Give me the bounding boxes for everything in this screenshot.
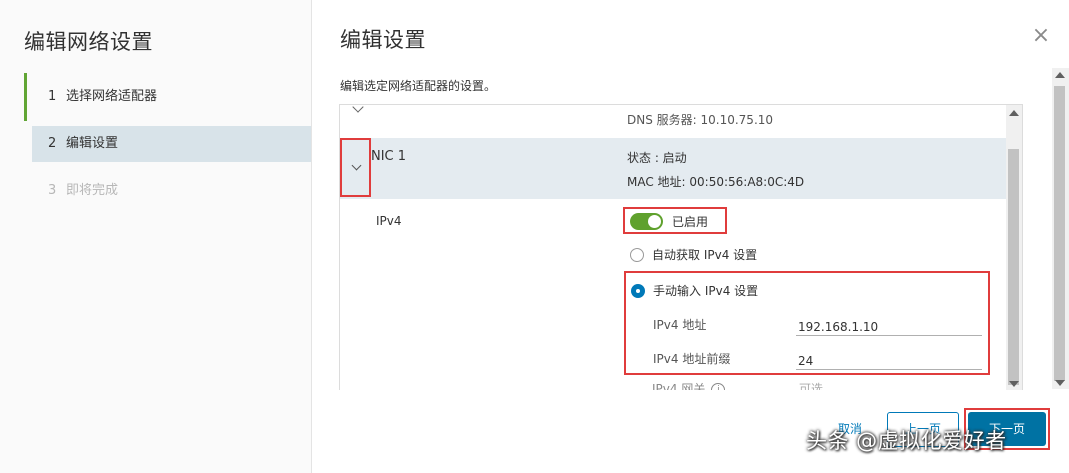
step-label: 即将完成 <box>66 183 119 198</box>
chevron-down-icon[interactable] <box>352 105 364 113</box>
step-number: 2 <box>48 136 57 151</box>
outer-scrollbar[interactable] <box>1052 68 1069 389</box>
wizard-step-edit-settings[interactable]: 2 编辑设置 <box>32 126 311 162</box>
auto-ipv4-label[interactable]: 自动获取 IPv4 设置 <box>652 246 757 263</box>
nic-expand-toggle[interactable] <box>340 138 371 197</box>
step-number: 3 <box>48 183 57 198</box>
scroll-up-icon[interactable] <box>1009 110 1019 116</box>
nic-status: 状态 : 启动 <box>627 151 687 165</box>
scroll-down-icon[interactable] <box>1055 380 1065 386</box>
manual-ipv4-group: 手动输入 IPv4 设置 IPv4 地址 IPv4 地址前缀 <box>624 271 990 375</box>
scroll-down-icon[interactable] <box>1009 381 1019 387</box>
dns-server-text: DNS 服务器: 10.10.75.10 <box>627 113 774 127</box>
page-description: 编辑选定网络适配器的设置。 <box>340 79 497 93</box>
info-icon[interactable]: i <box>711 383 726 390</box>
gateway-label-text: IPv4 网关 <box>652 382 706 390</box>
auto-ipv4-radio[interactable] <box>630 248 644 262</box>
wizard-nav: 编辑网络设置 1 选择网络适配器 2 编辑设置 3 即将完成 <box>0 0 312 473</box>
manual-ipv4-radio[interactable] <box>631 284 645 298</box>
scroll-up-icon[interactable] <box>1055 72 1065 78</box>
step-number: 1 <box>48 89 57 104</box>
ipv4-address-label: IPv4 地址 <box>653 318 707 332</box>
page-title: 编辑设置 <box>340 28 426 52</box>
toggle-knob <box>648 215 661 228</box>
watermark: 头条 @虚拟化爱好者 <box>806 429 1007 453</box>
step-label: 编辑设置 <box>66 136 119 151</box>
ipv4-gateway-input[interactable]: 可选 <box>799 380 823 390</box>
ipv4-label: IPv4 <box>376 214 402 228</box>
ipv4-prefix-input[interactable] <box>796 348 982 370</box>
inner-scrollbar[interactable] <box>1006 105 1022 390</box>
manual-ipv4-label[interactable]: 手动输入 IPv4 设置 <box>653 282 758 299</box>
ipv4-gateway-label: IPv4 网关 i <box>652 380 726 390</box>
ipv4-toggle-group: 已启用 <box>623 207 727 234</box>
ipv4-address-input[interactable] <box>796 314 982 336</box>
wizard-title: 编辑网络设置 <box>24 30 153 54</box>
chevron-down-icon <box>351 160 362 171</box>
wizard-step-select-adapter[interactable]: 1 选择网络适配器 <box>24 73 311 121</box>
nic-mac-address: MAC 地址: 00:50:56:A8:0C:4D <box>627 175 805 189</box>
close-icon[interactable]: × <box>1031 25 1051 47</box>
step-label: 选择网络适配器 <box>66 89 158 104</box>
adapter-settings-panel: DNS 服务器: 10.10.75.10 NIC 1 状态 : 启动 MAC 地… <box>339 104 1023 390</box>
scrollbar-thumb[interactable] <box>1008 149 1019 385</box>
nic-label: NIC 1 <box>371 149 407 164</box>
ipv4-enabled-toggle[interactable] <box>630 213 663 230</box>
wizard-step-ready-to-complete: 3 即将完成 <box>24 173 311 209</box>
ipv4-toggle-label: 已启用 <box>672 215 709 229</box>
ipv4-prefix-label: IPv4 地址前缀 <box>653 352 731 366</box>
nic-row[interactable]: NIC 1 状态 : 启动 MAC 地址: 00:50:56:A8:0C:4D <box>340 138 1007 199</box>
scrollbar-thumb[interactable] <box>1054 86 1065 381</box>
